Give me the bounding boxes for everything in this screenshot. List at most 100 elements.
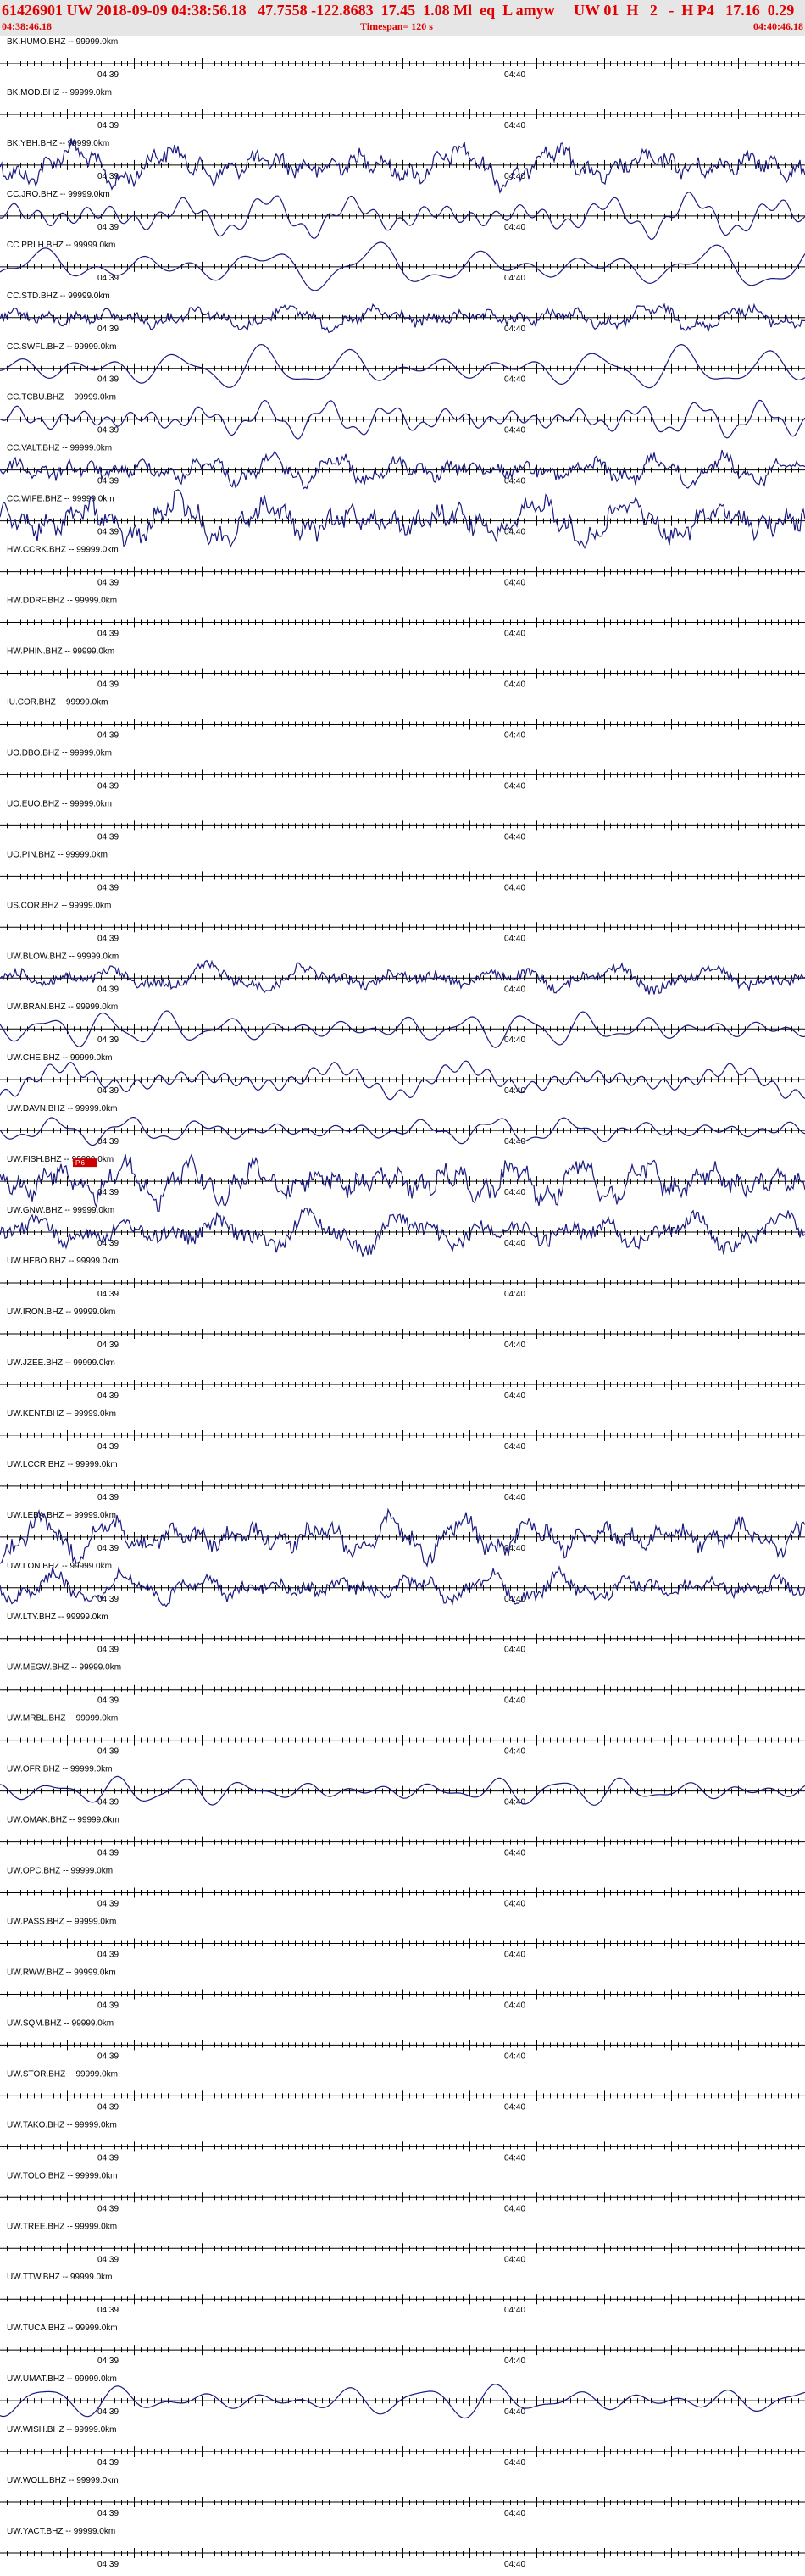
station-label: UW.STOR.BHZ -- 99999.0km xyxy=(7,2069,118,2079)
time-tick-label: 04:39 xyxy=(97,934,119,943)
time-tick-label: 04:40 xyxy=(504,680,525,689)
trace-uw-ttw-bhz: UW.TTW.BHZ -- 99999.0km 04:39 04:40 xyxy=(0,2273,805,2315)
station-label: UW.OPC.BHZ -- 99999.0km xyxy=(7,1867,113,1876)
trace-us-cor-bhz: US.COR.BHZ -- 99999.0km 04:39 04:40 xyxy=(0,901,805,943)
trace-uw-wish-bhz: UW.WISH.BHZ -- 99999.0km 04:39 04:40 xyxy=(0,2425,805,2468)
trace-cc-wife-bhz: CC.WIFE.BHZ -- 99999.0km 04:39 04:40 xyxy=(0,489,805,550)
time-tick-label: 04:40 xyxy=(504,1188,525,1197)
trace-uo-dbo-bhz: UO.DBO.BHZ -- 99999.0km 04:39 04:40 xyxy=(0,748,805,791)
time-tick-label: 04:39 xyxy=(97,528,119,537)
station-label: IU.COR.BHZ -- 99999.0km xyxy=(7,697,108,707)
station-label: UW.LON.BHZ -- 99999.0km xyxy=(7,1562,112,1571)
time-tick-label: 04:39 xyxy=(97,2204,119,2213)
time-tick-label: 04:39 xyxy=(97,579,119,588)
time-tick-label: 04:40 xyxy=(504,426,525,436)
time-tick-label: 04:39 xyxy=(97,2509,119,2518)
time-tick-label: 04:40 xyxy=(504,2407,525,2417)
time-tick-label: 04:40 xyxy=(504,1646,525,1655)
time-tick-label: 04:39 xyxy=(97,1035,119,1045)
station-label: UW.KENT.BHZ -- 99999.0km xyxy=(7,1409,116,1418)
trace-hw-ccrk-bhz: HW.CCRK.BHZ -- 99999.0km 04:39 04:40 xyxy=(0,546,805,588)
station-label: UW.TTW.BHZ -- 99999.0km xyxy=(7,2273,112,2282)
time-tick-label: 04:40 xyxy=(504,1798,525,1807)
time-tick-label: 04:39 xyxy=(97,781,119,791)
time-tick-label: 04:40 xyxy=(504,730,525,740)
time-tick-label: 04:39 xyxy=(97,2306,119,2315)
time-tick-label: 04:39 xyxy=(97,730,119,740)
time-tick-label: 04:39 xyxy=(97,1391,119,1401)
trace-bk-mod-bhz: BK.MOD.BHZ -- 99999.0km 04:39 04:40 xyxy=(0,88,805,130)
trace-uw-mrbl-bhz: UW.MRBL.BHZ -- 99999.0km 04:39 04:40 xyxy=(0,1714,805,1757)
time-tick-label: 04:40 xyxy=(504,1442,525,1452)
time-tick-label: 04:39 xyxy=(97,1950,119,1959)
trace-cc-std-bhz: CC.STD.BHZ -- 99999.0km 04:39 04:40 xyxy=(0,291,805,334)
waveform xyxy=(0,1507,805,1568)
time-tick-label: 04:39 xyxy=(97,1290,119,1299)
station-label: UW.BLOW.BHZ -- 99999.0km xyxy=(7,952,119,961)
time-tick-label: 04:40 xyxy=(504,1696,525,1706)
time-tick-label: 04:40 xyxy=(504,1239,525,1248)
time-tick-label: 04:39 xyxy=(97,2560,119,2569)
trace-uw-blow-bhz: UW.BLOW.BHZ -- 99999.0km 04:39 04:40 xyxy=(0,952,805,995)
time-tick-label: 04:40 xyxy=(504,172,525,181)
trace-uw-tako-bhz: UW.TAKO.BHZ -- 99999.0km 04:39 04:40 xyxy=(0,2120,805,2162)
time-tick-label: 04:40 xyxy=(504,70,525,80)
time-tick-label: 04:40 xyxy=(504,274,525,283)
station-label: UW.LCCR.BHZ -- 99999.0km xyxy=(7,1460,118,1469)
time-tick-label: 04:40 xyxy=(504,375,525,385)
time-tick-label: 04:40 xyxy=(504,2255,525,2264)
trace-uw-hebo-bhz: UW.HEBO.BHZ -- 99999.0km 04:39 04:40 xyxy=(0,1257,805,1299)
trace-uw-bran-bhz: UW.BRAN.BHZ -- 99999.0km 04:39 04:40 xyxy=(0,1002,805,1048)
trace-uw-iron-bhz: UW.IRON.BHZ -- 99999.0km 04:39 04:40 xyxy=(0,1307,805,1350)
station-label: CC.TCBU.BHZ -- 99999.0km xyxy=(7,393,116,402)
time-tick-label: 04:40 xyxy=(504,985,525,994)
station-label: UW.JZEE.BHZ -- 99999.0km xyxy=(7,1358,115,1368)
time-tick-label: 04:40 xyxy=(504,1950,525,1959)
time-tick-label: 04:40 xyxy=(504,1849,525,1858)
time-tick-label: 04:40 xyxy=(504,832,525,841)
time-tick-label: 04:39 xyxy=(97,1849,119,1858)
station-label: CC.VALT.BHZ -- 99999.0km xyxy=(7,444,112,453)
trace-cc-valt-bhz: CC.VALT.BHZ -- 99999.0km 04:39 04:40 xyxy=(0,444,805,490)
time-tick-label: 04:39 xyxy=(97,1696,119,1706)
time-tick-label: 04:40 xyxy=(504,883,525,892)
trace-uw-davn-bhz: UW.DAVN.BHZ -- 99999.0km04:39 04:40 xyxy=(0,1104,805,1146)
station-label: UW.CHE.BHZ -- 99999.0km xyxy=(7,1053,112,1063)
trace-uw-omak-bhz: UW.OMAK.BHZ -- 99999.0km 04:39 04:40 xyxy=(0,1816,805,1858)
time-tick-label: 04:39 xyxy=(97,2102,119,2112)
time-tick-label: 04:39 xyxy=(97,1595,119,1604)
trace-cc-tcbu-bhz: CC.TCBU.BHZ -- 99999.0km 04:39 04:40 xyxy=(0,393,805,440)
time-tick-label: 04:40 xyxy=(504,1900,525,1909)
time-tick-label: 04:40 xyxy=(504,579,525,588)
trace-uw-opc-bhz: UW.OPC.BHZ -- 99999.0km 04:39 04:40 xyxy=(0,1867,805,1909)
time-tick-label: 04:40 xyxy=(504,2102,525,2112)
trace-uw-megw-bhz: UW.MEGW.BHZ -- 99999.0km 04:39 04:40 xyxy=(0,1663,805,1706)
time-tick-label: 04:40 xyxy=(504,325,525,334)
station-label: CC.PRLH.BHZ -- 99999.0km xyxy=(7,241,115,250)
trace-uw-rww-bhz: UW.RWW.BHZ -- 99999.0km 04:39 04:40 xyxy=(0,1968,805,2010)
station-label: UW.UMAT.BHZ -- 99999.0km xyxy=(7,2374,117,2384)
time-tick-label: 04:39 xyxy=(97,680,119,689)
trace-uw-lccr-bhz: UW.LCCR.BHZ -- 99999.0km 04:39 04:40 xyxy=(0,1460,805,1502)
time-tick-label: 04:40 xyxy=(504,1493,525,1502)
trace-hw-phin-bhz: HW.PHIN.BHZ -- 99999.0km 04:39 04:40 xyxy=(0,647,805,689)
time-tick-label: 04:39 xyxy=(97,2458,119,2468)
trace-uw-tuca-bhz: UW.TUCA.BHZ -- 99999.0km 04:39 04:40 xyxy=(0,2323,805,2366)
time-tick-label: 04:40 xyxy=(504,1086,525,1096)
station-label: UO.PIN.BHZ -- 99999.0km xyxy=(7,850,108,859)
time-tick-label: 04:40 xyxy=(504,2357,525,2366)
time-tick-label: 04:39 xyxy=(97,1086,119,1096)
time-tick-label: 04:40 xyxy=(504,223,525,232)
station-label: UW.LEBA.BHZ -- 99999.0km xyxy=(7,1511,116,1520)
station-label: UO.DBO.BHZ -- 99999.0km xyxy=(7,748,112,758)
time-tick-label: 04:39 xyxy=(97,1747,119,1757)
station-label: UW.TUCA.BHZ -- 99999.0km xyxy=(7,2323,118,2333)
station-label: UW.OMAK.BHZ -- 99999.0km xyxy=(7,1816,119,1825)
station-label: UW.TOLO.BHZ -- 99999.0km xyxy=(7,2171,117,2180)
trace-uo-pin-bhz: UO.PIN.BHZ -- 99999.0km 04:39 04:40 xyxy=(0,850,805,892)
time-tick-label: 04:39 xyxy=(97,2153,119,2162)
trace-bk-humo-bhz: BK.HUMO.BHZ -- 99999.0km 04:39 04:40 xyxy=(0,37,805,80)
trace-uw-stor-bhz: UW.STOR.BHZ -- 99999.0km 04:39 04:40 xyxy=(0,2069,805,2112)
station-label: HW.DDRF.BHZ -- 99999.0km xyxy=(7,597,117,606)
station-label: UW.TAKO.BHZ -- 99999.0km xyxy=(7,2120,117,2129)
